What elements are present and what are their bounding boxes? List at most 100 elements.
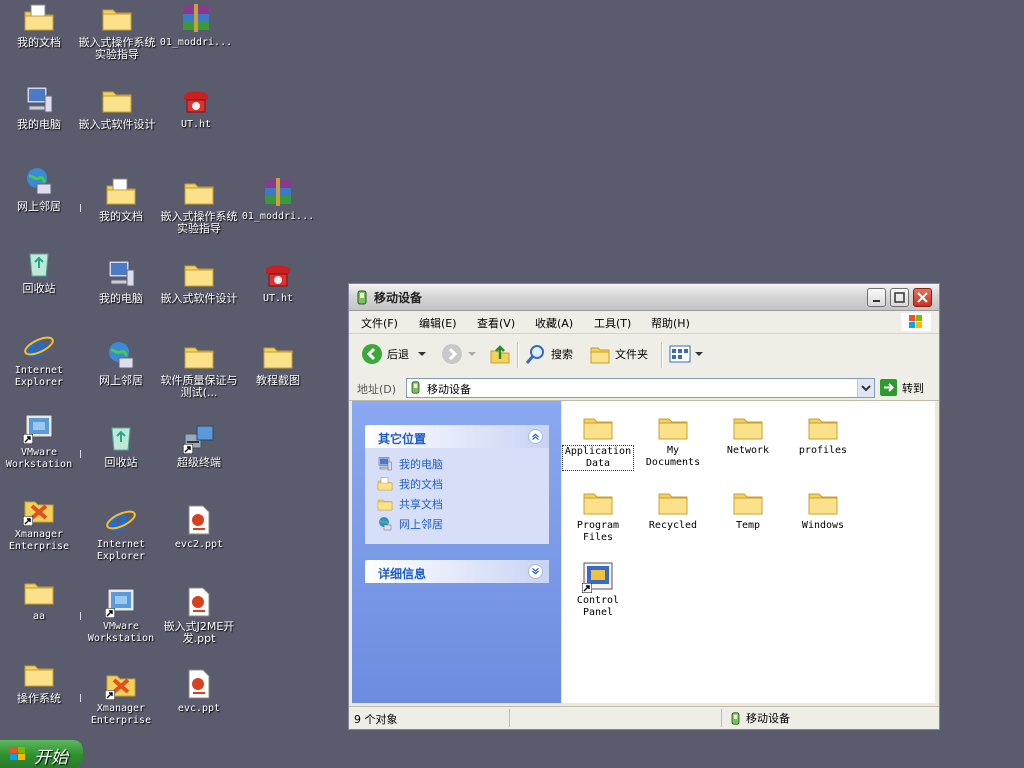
desktop-icon[interactable]: 网上邻居 <box>82 340 160 387</box>
close-button[interactable] <box>913 288 932 307</box>
other-places-my-computer[interactable]: 我的电脑 <box>377 456 443 472</box>
desktop-icon[interactable]: VMware Workstation <box>0 412 78 471</box>
start-button[interactable]: 开始 <box>0 740 83 768</box>
desktop-icon[interactable]: 我的文档 <box>0 2 78 49</box>
desktop-icon[interactable]: 嵌入式J2ME开发.ppt <box>160 586 238 645</box>
network-places-icon <box>377 516 393 532</box>
folder-icon <box>657 486 689 518</box>
desktop-icon[interactable]: Xmanager Enterprise <box>0 494 78 553</box>
my-documents-icon <box>377 476 393 492</box>
file-item-label: Control Panel <box>576 595 620 618</box>
file-item[interactable]: Recycled <box>637 486 709 532</box>
desktop-icon[interactable]: 超级终端 <box>160 422 238 469</box>
file-item[interactable]: Network <box>712 411 784 457</box>
desktop-icon[interactable]: Internet Explorer <box>0 330 78 389</box>
desktop-icon-label: VMware Workstation <box>87 621 155 644</box>
desktop-icon[interactable]: aa <box>0 576 78 623</box>
title-bar[interactable]: 移动设备 <box>349 284 939 311</box>
desktop-icon-label: 教程截图 <box>256 374 300 387</box>
chevron-down-icon[interactable] <box>417 349 427 359</box>
details-header[interactable]: 详细信息 <box>365 560 549 583</box>
collapse-chevron-icon[interactable] <box>528 429 543 444</box>
address-field[interactable]: 移动设备 <box>406 378 875 398</box>
desktop-icon[interactable]: evc2.ppt <box>160 504 238 551</box>
desktop-icon[interactable]: evc.ppt <box>160 668 238 715</box>
chevron-down-icon <box>468 352 476 356</box>
task-pane: 其它位置 我的电脑 我的文档 共享文档 网上邻居 详细信息 <box>352 401 561 703</box>
file-item[interactable]: Control Panel <box>562 561 634 619</box>
desktop-icon[interactable]: 回收站 <box>82 422 160 469</box>
other-places-network[interactable]: 网上邻居 <box>377 516 443 532</box>
my-computer-icon <box>23 84 55 116</box>
up-folder-button[interactable] <box>489 342 515 366</box>
desktop-icon[interactable]: 01_moddri... <box>157 2 235 49</box>
expand-chevron-icon[interactable] <box>528 564 543 579</box>
shared-folder-icon <box>377 496 393 512</box>
other-places-my-documents[interactable]: 我的文档 <box>377 476 443 492</box>
menu-tools[interactable]: 工具(T) <box>594 315 631 331</box>
maximize-button[interactable] <box>890 288 909 307</box>
search-button[interactable]: 搜索 <box>525 342 573 366</box>
desktop-icon-label: 嵌入式J2ME开发.ppt <box>163 620 235 645</box>
desktop-icon[interactable]: 我的电脑 <box>82 258 160 305</box>
desktop-icon-label: UT.ht <box>180 119 212 130</box>
views-button[interactable] <box>669 342 703 366</box>
file-item[interactable]: Application Data <box>562 411 634 471</box>
file-item[interactable]: My Documents <box>637 411 709 469</box>
menu-file[interactable]: 文件(F) <box>361 315 398 331</box>
folder-icon <box>262 340 294 372</box>
file-item[interactable]: profiles <box>787 411 859 457</box>
desktop-icon[interactable]: 01_moddri... <box>239 176 317 223</box>
desktop-icon[interactable]: 嵌入式软件设计 <box>160 258 238 305</box>
desktop-icon[interactable]: 我的电脑 <box>0 84 78 131</box>
desktop-icon-label: 我的电脑 <box>99 292 143 305</box>
desktop-icon[interactable]: 网上邻居 <box>0 166 78 213</box>
other-places-label: 网上邻居 <box>399 518 443 531</box>
desktop-icon[interactable]: 回收站 <box>0 248 78 295</box>
desktop-icon[interactable]: UT.ht <box>157 84 235 131</box>
desktop-partial-icon-edge <box>80 694 84 702</box>
desktop-icon-label: 回收站 <box>104 456 138 469</box>
status-divider <box>509 709 510 727</box>
status-location: 移动设备 <box>731 710 790 726</box>
desktop-icon-label: Internet Explorer <box>96 539 146 562</box>
desktop-icon[interactable]: 嵌入式操作系统实验指导 <box>160 176 238 235</box>
other-places-shared-documents[interactable]: 共享文档 <box>377 496 443 512</box>
desktop-icon[interactable]: 我的文档 <box>82 176 160 223</box>
desktop-icon[interactable]: 软件质量保证与测试(... <box>160 340 238 399</box>
file-item[interactable]: Temp <box>712 486 784 532</box>
hyperterminal-icon <box>262 258 294 290</box>
recycle-bin-icon <box>105 422 137 454</box>
desktop-icon[interactable]: UT.ht <box>239 258 317 305</box>
desktop-icon-label: 操作系统 <box>17 692 61 705</box>
other-places-header[interactable]: 其它位置 <box>365 425 549 448</box>
my-documents-icon <box>23 2 55 34</box>
folder-icon <box>183 340 215 372</box>
folders-button[interactable]: 文件夹 <box>589 342 648 366</box>
desktop-partial-icon-edge <box>80 450 84 458</box>
go-arrow-icon <box>880 379 897 396</box>
menu-edit[interactable]: 编辑(E) <box>419 315 457 331</box>
back-button[interactable]: 后退 <box>361 342 427 366</box>
file-item[interactable]: Windows <box>787 486 859 532</box>
desktop-icon[interactable]: 嵌入式操作系统实验指导 <box>78 2 156 61</box>
desktop-icon[interactable]: 嵌入式软件设计 <box>78 84 156 131</box>
desktop-icon[interactable]: Xmanager Enterprise <box>82 668 160 727</box>
folders-label: 文件夹 <box>615 348 648 361</box>
menu-favorites[interactable]: 收藏(A) <box>535 315 573 331</box>
desktop-icon[interactable]: 操作系统 <box>0 658 78 705</box>
file-item[interactable]: Program Files <box>562 486 634 544</box>
desktop-icon[interactable]: VMware Workstation <box>82 586 160 645</box>
address-dropdown-button[interactable] <box>857 379 874 397</box>
desktop-icon[interactable]: 教程截图 <box>239 340 317 387</box>
search-label: 搜索 <box>551 348 573 361</box>
menu-view[interactable]: 查看(V) <box>477 315 515 331</box>
menu-help[interactable]: 帮助(H) <box>651 315 690 331</box>
other-places-label: 共享文档 <box>399 498 443 511</box>
forward-button[interactable] <box>441 342 477 366</box>
mobile-device-icon <box>731 712 740 725</box>
desktop-icon-label: evc.ppt <box>177 703 221 714</box>
go-button[interactable]: 转到 <box>880 379 924 396</box>
desktop-icon[interactable]: Internet Explorer <box>82 504 160 563</box>
minimize-button[interactable] <box>867 288 886 307</box>
